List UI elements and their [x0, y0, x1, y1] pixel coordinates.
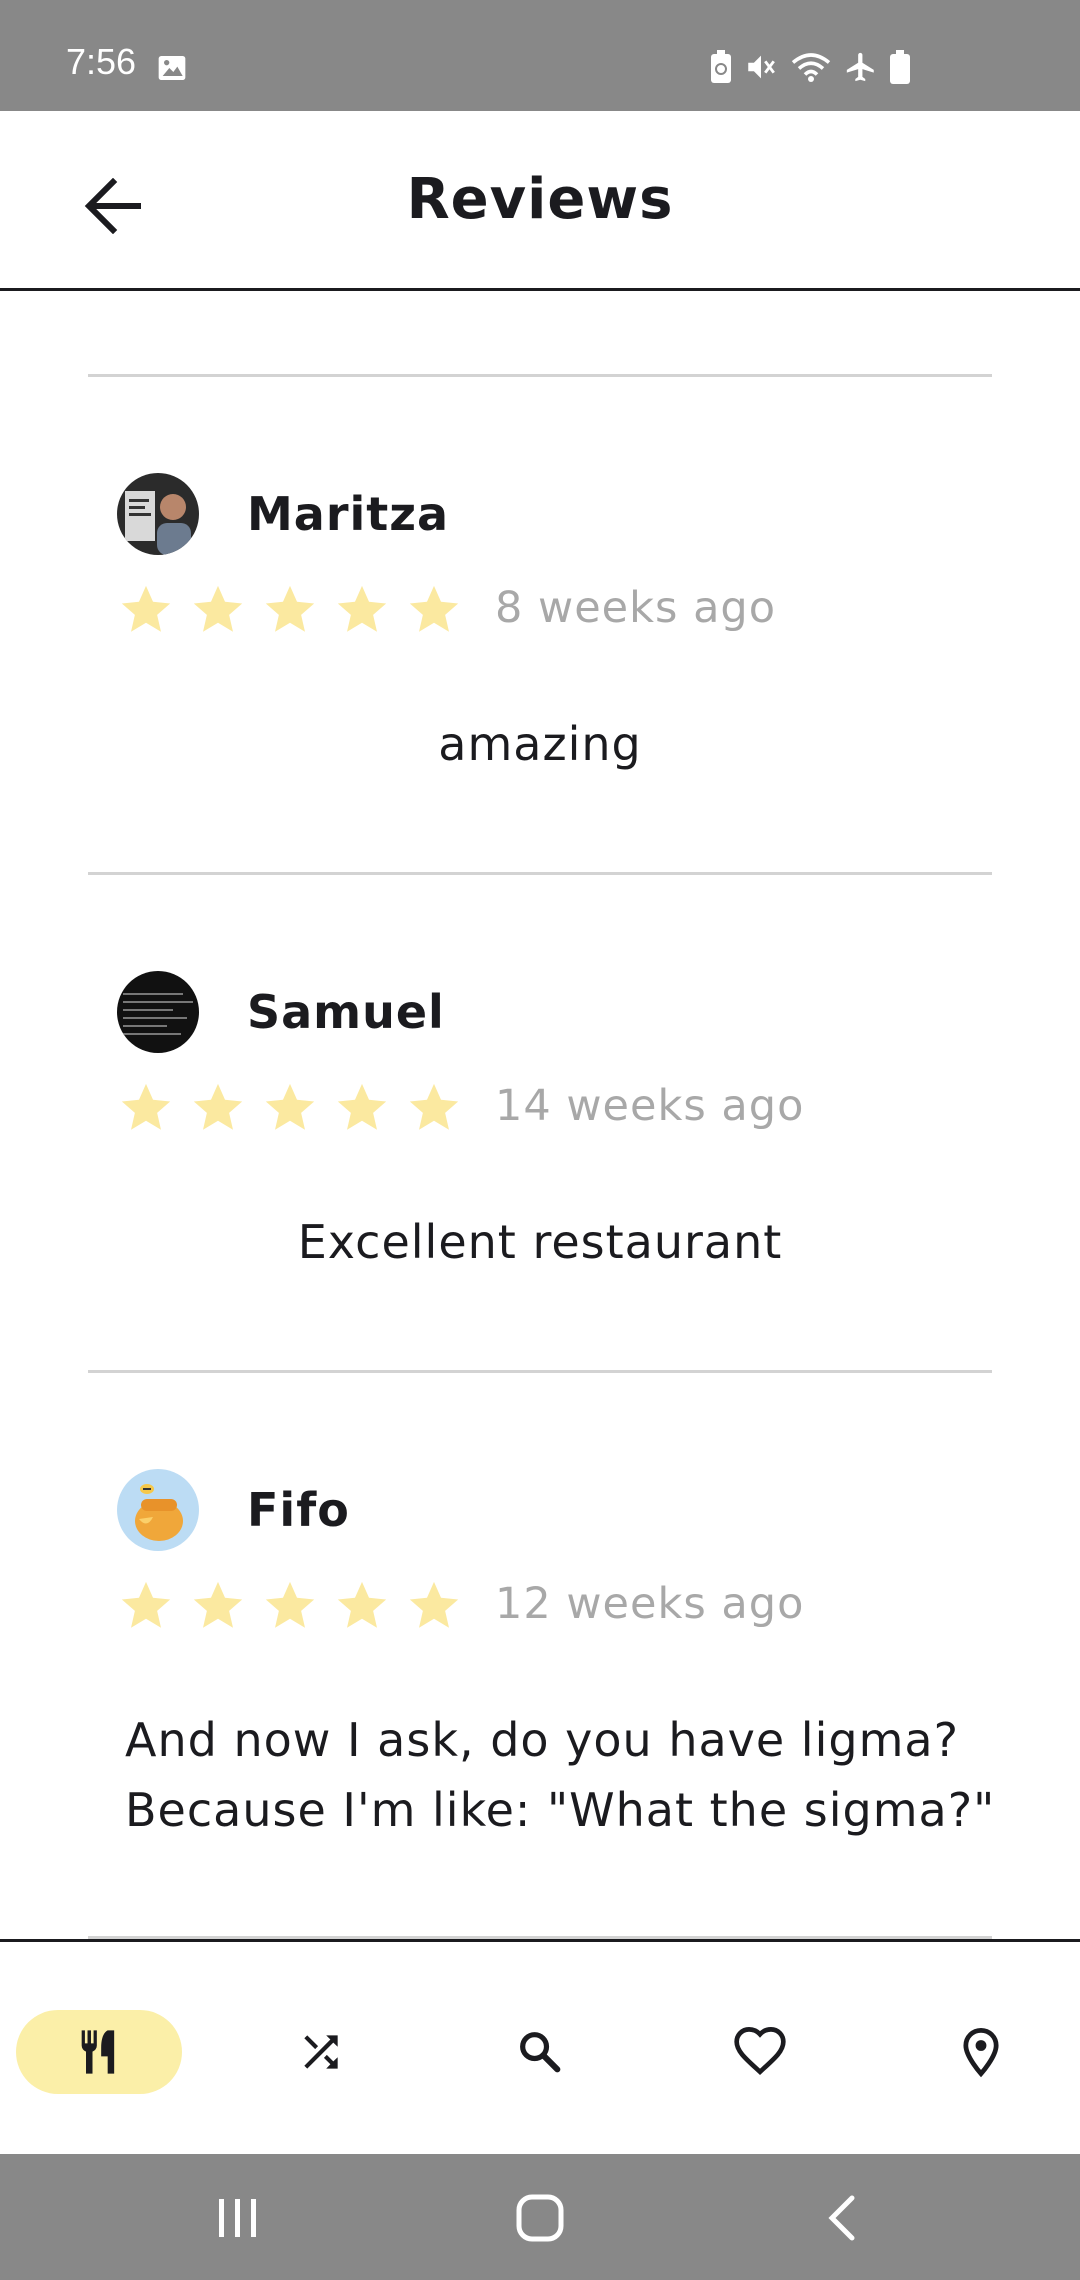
reviewer-name: Fifo — [247, 1483, 350, 1537]
avatar — [117, 971, 199, 1053]
review-text-line-1: And now I ask, do you have ligma? — [125, 1713, 959, 1767]
star-icon — [409, 1083, 459, 1130]
star-icon — [193, 1581, 243, 1628]
divider — [88, 1370, 992, 1373]
status-icons — [710, 50, 910, 84]
star-icon — [265, 585, 315, 632]
star-icon — [193, 1083, 243, 1130]
nav-restaurants[interactable] — [16, 2010, 182, 2094]
page-title: Reviews — [406, 167, 674, 232]
star-icon — [265, 1083, 315, 1130]
reviewer-name: Maritza — [247, 487, 450, 541]
shuffle-icon — [304, 2035, 338, 2069]
heart-icon — [734, 2027, 786, 2076]
review-text-line-2: Because I'm like: "What the sigma?" — [125, 1783, 996, 1837]
battery-icon — [890, 50, 910, 84]
wifi-icon — [791, 53, 831, 82]
top-app-bar: Reviews — [0, 111, 1080, 291]
chevron-left-icon — [828, 2195, 855, 2241]
star-rating — [117, 581, 463, 639]
nav-map[interactable] — [898, 2010, 1064, 2094]
avatar — [117, 1469, 199, 1551]
nav-favorites[interactable] — [677, 2010, 843, 2094]
star-icon — [409, 1581, 459, 1628]
recent-apps-icon — [219, 2199, 256, 2237]
review-time: 8 weeks ago — [495, 583, 777, 633]
star-icon — [265, 1581, 315, 1628]
divider — [88, 374, 992, 377]
star-icon — [121, 1083, 171, 1130]
star-icon — [193, 585, 243, 632]
airplane-icon — [846, 52, 874, 82]
divider — [88, 872, 992, 875]
reviewer-name: Samuel — [247, 985, 445, 1039]
search-icon — [520, 2032, 561, 2073]
location-pin-icon — [963, 2027, 999, 2078]
system-navigation-bar — [0, 2154, 1080, 2280]
home-icon — [516, 2194, 564, 2242]
status-bar: 7:56 — [0, 0, 1080, 111]
review-text: Excellent restaurant — [297, 1215, 783, 1269]
home-button[interactable] — [510, 2188, 570, 2248]
avatar — [117, 473, 199, 555]
nav-random[interactable] — [238, 2010, 404, 2094]
image-icon — [158, 56, 186, 80]
nav-search[interactable] — [457, 2010, 623, 2094]
mute-icon — [748, 55, 775, 79]
screen: 7:56 Reviews Maritza 8 weeks ago amazing… — [0, 0, 1080, 2280]
star-rating — [117, 1079, 463, 1137]
star-icon — [337, 1083, 387, 1130]
battery-saver-icon — [711, 50, 731, 83]
back-nav-button[interactable] — [812, 2188, 872, 2248]
review-time: 12 weeks ago — [495, 1579, 805, 1629]
status-time: 7:56 — [66, 41, 137, 82]
star-icon — [121, 1581, 171, 1628]
star-icon — [121, 585, 171, 632]
restaurant-icon — [81, 2030, 115, 2074]
star-rating — [117, 1577, 463, 1635]
review-text: amazing — [438, 717, 642, 771]
review-time: 14 weeks ago — [495, 1081, 805, 1131]
reviews-list[interactable]: Maritza 8 weeks ago amazing Samuel 14 we… — [0, 294, 1080, 1939]
star-icon — [409, 585, 459, 632]
recent-apps-button[interactable] — [208, 2188, 268, 2248]
star-icon — [337, 585, 387, 632]
star-icon — [337, 1581, 387, 1628]
bottom-navigation — [0, 1939, 1080, 2154]
